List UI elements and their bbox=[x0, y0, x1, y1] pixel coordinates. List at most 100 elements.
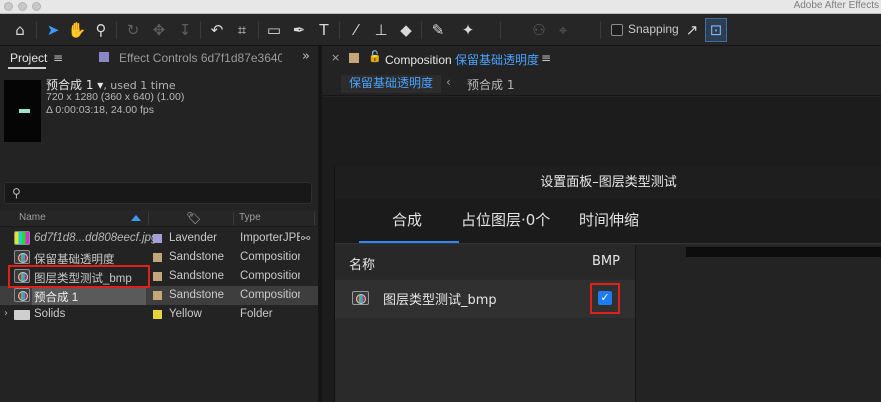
tab-composition-settings[interactable]: 合成 bbox=[392, 209, 422, 230]
selected-item-duration: Δ 0:00:03:18, 24.00 fps bbox=[46, 104, 155, 116]
item-name: 6d7f1d8...dd808eecf.jpg bbox=[34, 232, 158, 244]
toolbar-divider bbox=[421, 21, 422, 39]
toolbar-divider bbox=[500, 21, 501, 39]
label-tag-icon[interactable]: 🏷 bbox=[186, 211, 201, 225]
project-item-row-selected[interactable]: 预合成 1 Sandstone Composition bbox=[0, 286, 318, 305]
item-thumbnail bbox=[4, 80, 41, 142]
layer-table-header: 名称 BMP bbox=[335, 245, 635, 279]
dialog-tab-bar: 合成 占位图层·0个 时间伸缩 bbox=[335, 199, 881, 244]
toolbar-divider bbox=[339, 21, 340, 39]
column-divider[interactable] bbox=[314, 212, 315, 225]
orbit-camera-icon[interactable]: ↻ bbox=[122, 18, 144, 42]
selected-item-dimensions: 720 x 1280 (360 x 640) (1.00) bbox=[46, 91, 185, 103]
settings-dialog: 设置面板–图层类型测试 合成 占位图层·0个 时间伸缩 名称 BMP 图层类型测… bbox=[334, 166, 881, 402]
column-type[interactable]: Type bbox=[239, 212, 261, 223]
item-label: Yellow bbox=[169, 308, 202, 320]
clone-stamp-icon[interactable]: ⊥ bbox=[370, 18, 392, 42]
tab-placeholder-layers[interactable]: 占位图层·0个 bbox=[461, 209, 550, 230]
type-icon[interactable]: T bbox=[313, 18, 335, 42]
snapping-label: Snapping bbox=[628, 22, 679, 36]
selection-arrow-icon[interactable]: ➤ bbox=[42, 18, 64, 42]
tools-toolbar: ⌂ ➤ ✋ ⚲ ↻ ✥ ↧ ↶ ⌗ ▭ ✒ T ⁄ ⊥ ◆ ✎ ✦ ⚇ ⌖ Sn… bbox=[0, 14, 881, 46]
highlight-annotation-box bbox=[590, 283, 620, 314]
disclosure-triangle-icon[interactable]: › bbox=[4, 308, 8, 319]
minimize-window-button[interactable] bbox=[18, 2, 27, 11]
rotate-icon[interactable]: ↶ bbox=[206, 18, 228, 42]
eraser-icon[interactable]: ◆ bbox=[395, 18, 417, 42]
window-title-bar: Adobe After Effects bbox=[0, 0, 881, 14]
effect-controls-label-swatch bbox=[99, 52, 109, 62]
composition-tab-row: × 🔓 Composition 保留基础透明度 ≡ bbox=[322, 46, 881, 70]
toolbar-divider bbox=[600, 21, 601, 39]
item-type: Composition bbox=[240, 251, 300, 263]
sort-ascending-icon[interactable] bbox=[131, 215, 141, 221]
column-divider[interactable] bbox=[148, 212, 149, 225]
rectangle-icon[interactable]: ▭ bbox=[263, 18, 285, 42]
label-color-swatch[interactable] bbox=[153, 272, 162, 281]
tab-time-stretch[interactable]: 时间伸缩 bbox=[579, 209, 639, 230]
folder-icon bbox=[14, 310, 30, 320]
item-type: Folder bbox=[240, 308, 273, 320]
label-color-swatch[interactable] bbox=[153, 310, 162, 319]
breadcrumb: 保留基础透明度 ‹ 预合成 1 bbox=[322, 70, 881, 96]
toolbar-divider bbox=[258, 21, 259, 39]
item-label: Sandstone bbox=[169, 289, 224, 301]
world-axis-icon[interactable]: ⌖ bbox=[552, 18, 574, 42]
puppet-pin-icon[interactable]: ✦ bbox=[457, 18, 479, 42]
project-folder-row[interactable]: › Solids Yellow Folder bbox=[0, 305, 318, 324]
search-icon: ⚲ bbox=[12, 186, 21, 200]
active-tab-underline bbox=[359, 241, 459, 243]
snap-to-features-icon[interactable]: ⊡ bbox=[705, 18, 727, 42]
dolly-camera-icon[interactable]: ↧ bbox=[174, 18, 196, 42]
roto-brush-icon[interactable]: ✎ bbox=[427, 18, 449, 42]
zoom-icon[interactable]: ⚲ bbox=[90, 18, 112, 42]
anchor-icon[interactable]: ⌗ bbox=[231, 18, 253, 42]
hand-icon[interactable]: ✋ bbox=[66, 18, 88, 42]
project-column-header: Name 🏷 Type bbox=[0, 210, 318, 227]
label-color-swatch[interactable] bbox=[153, 253, 162, 262]
zoom-window-button[interactable] bbox=[32, 2, 41, 11]
breadcrumb-item[interactable]: 预合成 1 bbox=[467, 76, 514, 93]
tab-project[interactable]: Project bbox=[10, 51, 47, 65]
close-window-button[interactable] bbox=[4, 2, 13, 11]
toolbar-divider bbox=[36, 21, 37, 39]
breadcrumb-arrow-icon: ‹ bbox=[446, 75, 451, 89]
pan-camera-icon[interactable]: ✥ bbox=[148, 18, 170, 42]
highlight-annotation-box bbox=[8, 265, 150, 288]
column-bmp: BMP bbox=[592, 254, 620, 269]
panel-menu-icon[interactable]: ≡ bbox=[541, 51, 551, 65]
label-color-swatch[interactable] bbox=[153, 234, 162, 243]
project-search-input[interactable]: ⚲ bbox=[4, 182, 312, 204]
home-icon[interactable]: ⌂ bbox=[9, 18, 31, 42]
more-tabs-icon[interactable]: » bbox=[302, 49, 310, 64]
person-local-axis-icon[interactable]: ⚇ bbox=[528, 18, 550, 42]
column-name: 名称 bbox=[349, 258, 376, 273]
pen-icon[interactable]: ✒ bbox=[288, 18, 310, 42]
item-name: Solids bbox=[34, 308, 66, 320]
column-name[interactable]: Name bbox=[19, 212, 46, 223]
breadcrumb-item-active[interactable]: 保留基础透明度 bbox=[341, 75, 442, 93]
active-tab-underline bbox=[8, 67, 46, 69]
label-color-swatch[interactable] bbox=[153, 291, 162, 300]
snap-to-edges-icon[interactable]: ↗ bbox=[681, 18, 703, 42]
column-divider[interactable] bbox=[233, 212, 234, 225]
snapping-checkbox[interactable] bbox=[611, 24, 623, 36]
tab-effect-controls[interactable]: Effect Controls 6d7f1d87e36404c bbox=[119, 51, 282, 65]
dialog-title: 设置面板–图层类型测试 bbox=[335, 166, 881, 199]
tab-composition[interactable]: Composition 保留基础透明度 bbox=[385, 51, 539, 68]
item-label: Lavender bbox=[169, 232, 217, 244]
project-item-row[interactable]: 6d7f1d8...dd808eecf.jpg Lavender Importe… bbox=[0, 229, 318, 248]
item-type: Composition bbox=[240, 289, 300, 301]
toolbar-divider bbox=[116, 21, 117, 39]
toolbar-divider bbox=[200, 21, 201, 39]
panel-menu-icon[interactable]: ≡ bbox=[53, 51, 63, 65]
thumbnail-content bbox=[19, 109, 30, 113]
composition-label-swatch bbox=[349, 53, 359, 63]
item-type: Composition bbox=[240, 270, 300, 282]
lock-icon[interactable]: 🔓 bbox=[368, 50, 382, 63]
brush-icon[interactable]: ⁄ bbox=[345, 18, 367, 42]
item-name: 预合成 1 bbox=[34, 292, 79, 304]
selected-item-name: 预合成 1 bbox=[46, 78, 94, 92]
close-tab-icon[interactable]: × bbox=[331, 51, 340, 64]
item-type: ImporterJPE bbox=[240, 232, 300, 244]
